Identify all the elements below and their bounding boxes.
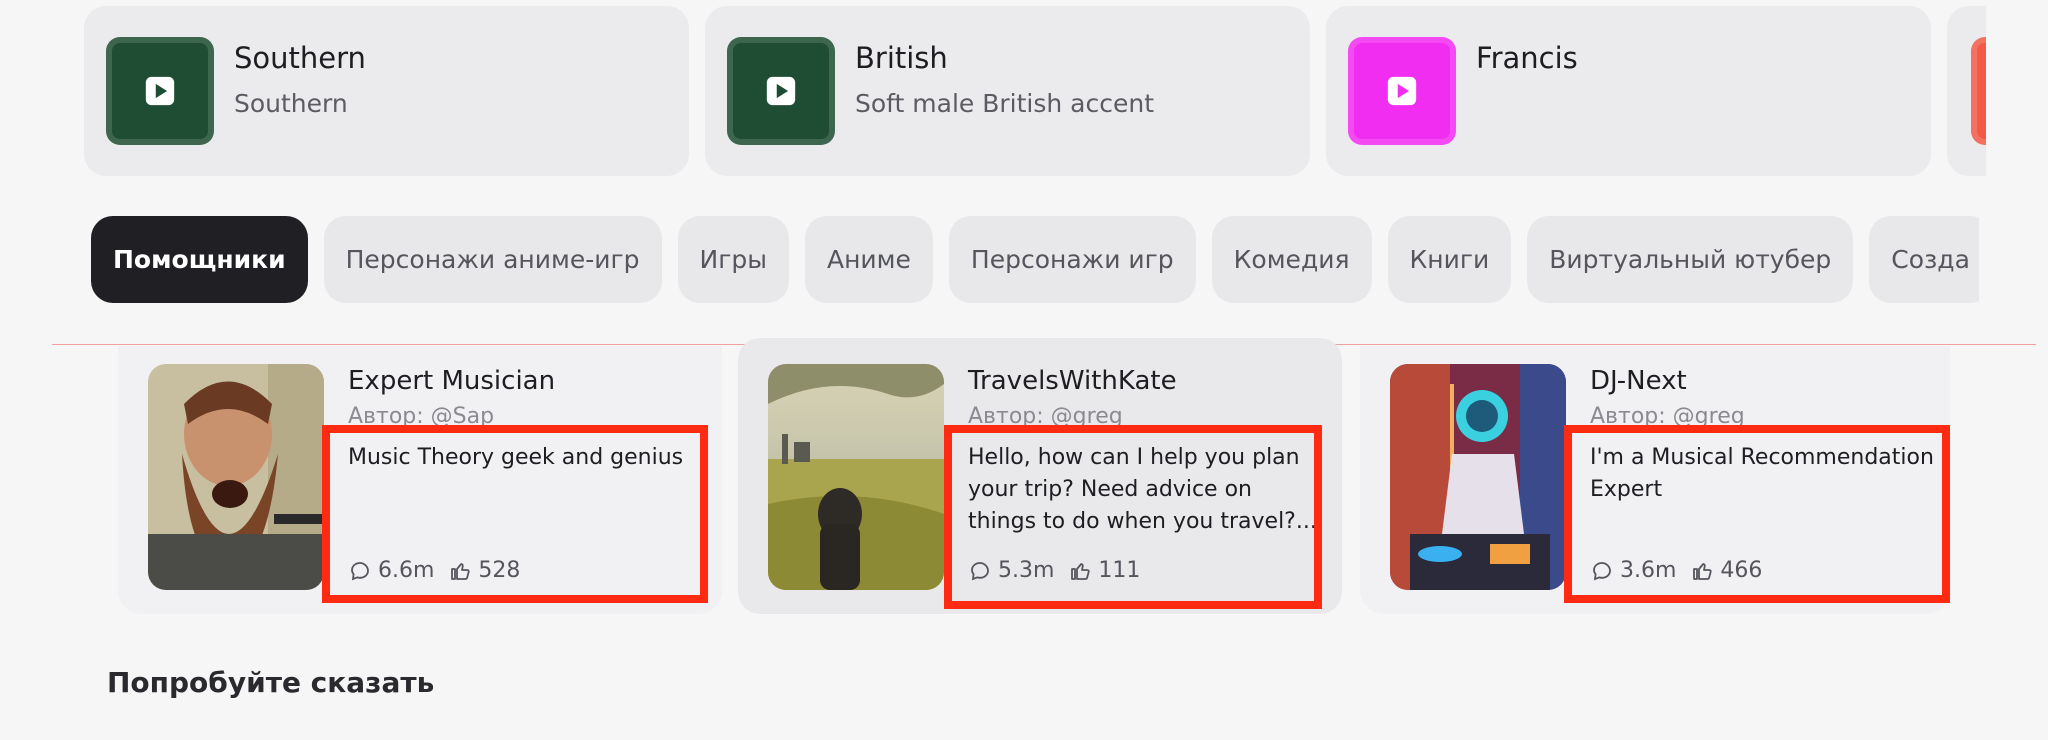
- character-name: DJ-Next: [1590, 366, 1687, 396]
- thumbs-up-icon: [1071, 562, 1091, 580]
- character-author: Автор: @greg: [1590, 404, 1745, 429]
- voice-play-button[interactable]: [106, 37, 214, 145]
- category-chip[interactable]: Аниме: [804, 216, 933, 303]
- category-chip[interactable]: Созда: [1869, 216, 1979, 303]
- voice-card-southern[interactable]: Southern Southern: [84, 6, 689, 176]
- voice-card-british[interactable]: British Soft male British accent: [705, 6, 1310, 176]
- chat-bubble-icon: [1593, 561, 1611, 580]
- chat-bubble-icon: [971, 561, 989, 580]
- section-title: Попробуйте сказать: [107, 666, 435, 699]
- category-chip[interactable]: Игры: [677, 216, 789, 303]
- like-count: 528: [448, 558, 520, 583]
- voice-title: British: [855, 41, 948, 75]
- page: Southern Southern British Soft male Brit…: [0, 0, 2048, 740]
- chat-count: 6.6m: [348, 558, 434, 583]
- category-chip[interactable]: Комедия: [1211, 216, 1372, 303]
- character-description: Hello, how can I help you plan your trip…: [968, 445, 1317, 534]
- character-avatar: [768, 364, 944, 590]
- character-stats: 3.6m 466: [1590, 558, 1762, 583]
- category-chip[interactable]: Персонажи аниме-игр: [323, 216, 662, 303]
- chat-count-value: 3.6m: [1620, 558, 1677, 583]
- character-card-travelswithkate[interactable]: TravelsWithKate Автор: @greg Hello, how …: [738, 338, 1342, 614]
- thumbs-up-icon: [451, 562, 471, 580]
- like-count: 466: [1690, 558, 1762, 583]
- chat-bubble-icon: [351, 561, 369, 580]
- character-author: Автор: @greg: [968, 404, 1123, 429]
- voice-subtitle: Soft male British accent: [855, 89, 1154, 118]
- like-count-value: 528: [478, 558, 521, 583]
- like-count-value: 111: [1098, 558, 1141, 583]
- chat-count: 3.6m: [1590, 558, 1676, 583]
- play-icon: [1387, 76, 1417, 106]
- category-chip[interactable]: Персонажи игр: [948, 216, 1196, 303]
- character-card-dj-next[interactable]: DJ-Next Автор: @greg I'm a Musical Recom…: [1360, 346, 1950, 614]
- chat-count: 5.3m: [968, 558, 1054, 583]
- character-card-expert-musician[interactable]: Expert Musician Автор: @Sap Music Theory…: [118, 346, 722, 614]
- character-avatar: [148, 364, 324, 590]
- voice-carousel: Southern Southern British Soft male Brit…: [84, 6, 1986, 176]
- voice-card-francis[interactable]: Francis: [1326, 6, 1931, 176]
- category-tabs: Помощники Персонажи аниме-игр Игры Аниме…: [91, 216, 1979, 304]
- play-icon: [145, 76, 175, 106]
- chat-count-value: 5.3m: [998, 558, 1055, 583]
- like-count: 111: [1068, 558, 1140, 583]
- character-name: TravelsWithKate: [968, 366, 1177, 396]
- character-stats: 5.3m 111: [968, 558, 1140, 583]
- character-avatar: [1390, 364, 1566, 590]
- category-chip[interactable]: Виртуальный ютубер: [1527, 216, 1854, 303]
- voice-play-button[interactable]: [727, 37, 835, 145]
- voice-title: Southern: [234, 41, 366, 75]
- voice-subtitle: Southern: [234, 89, 348, 118]
- like-count-value: 466: [1720, 558, 1763, 583]
- chat-count-value: 6.6m: [378, 558, 435, 583]
- character-description: Music Theory geek and genius: [348, 445, 684, 470]
- character-name: Expert Musician: [348, 366, 556, 396]
- category-chip[interactable]: Книги: [1387, 216, 1512, 303]
- voice-card-partial[interactable]: [1947, 6, 1986, 176]
- category-chip-active[interactable]: Помощники: [91, 216, 308, 303]
- character-author: Автор: @Sap: [348, 404, 495, 429]
- voice-play-button[interactable]: [1348, 37, 1456, 145]
- character-description: I'm a Musical Recommendation Expert: [1590, 445, 1934, 502]
- play-icon: [766, 76, 796, 106]
- thumbs-up-icon: [1693, 562, 1713, 580]
- voice-title: Francis: [1476, 41, 1578, 75]
- voice-play-button[interactable]: [1971, 37, 1986, 145]
- character-stats: 6.6m 528: [348, 558, 520, 583]
